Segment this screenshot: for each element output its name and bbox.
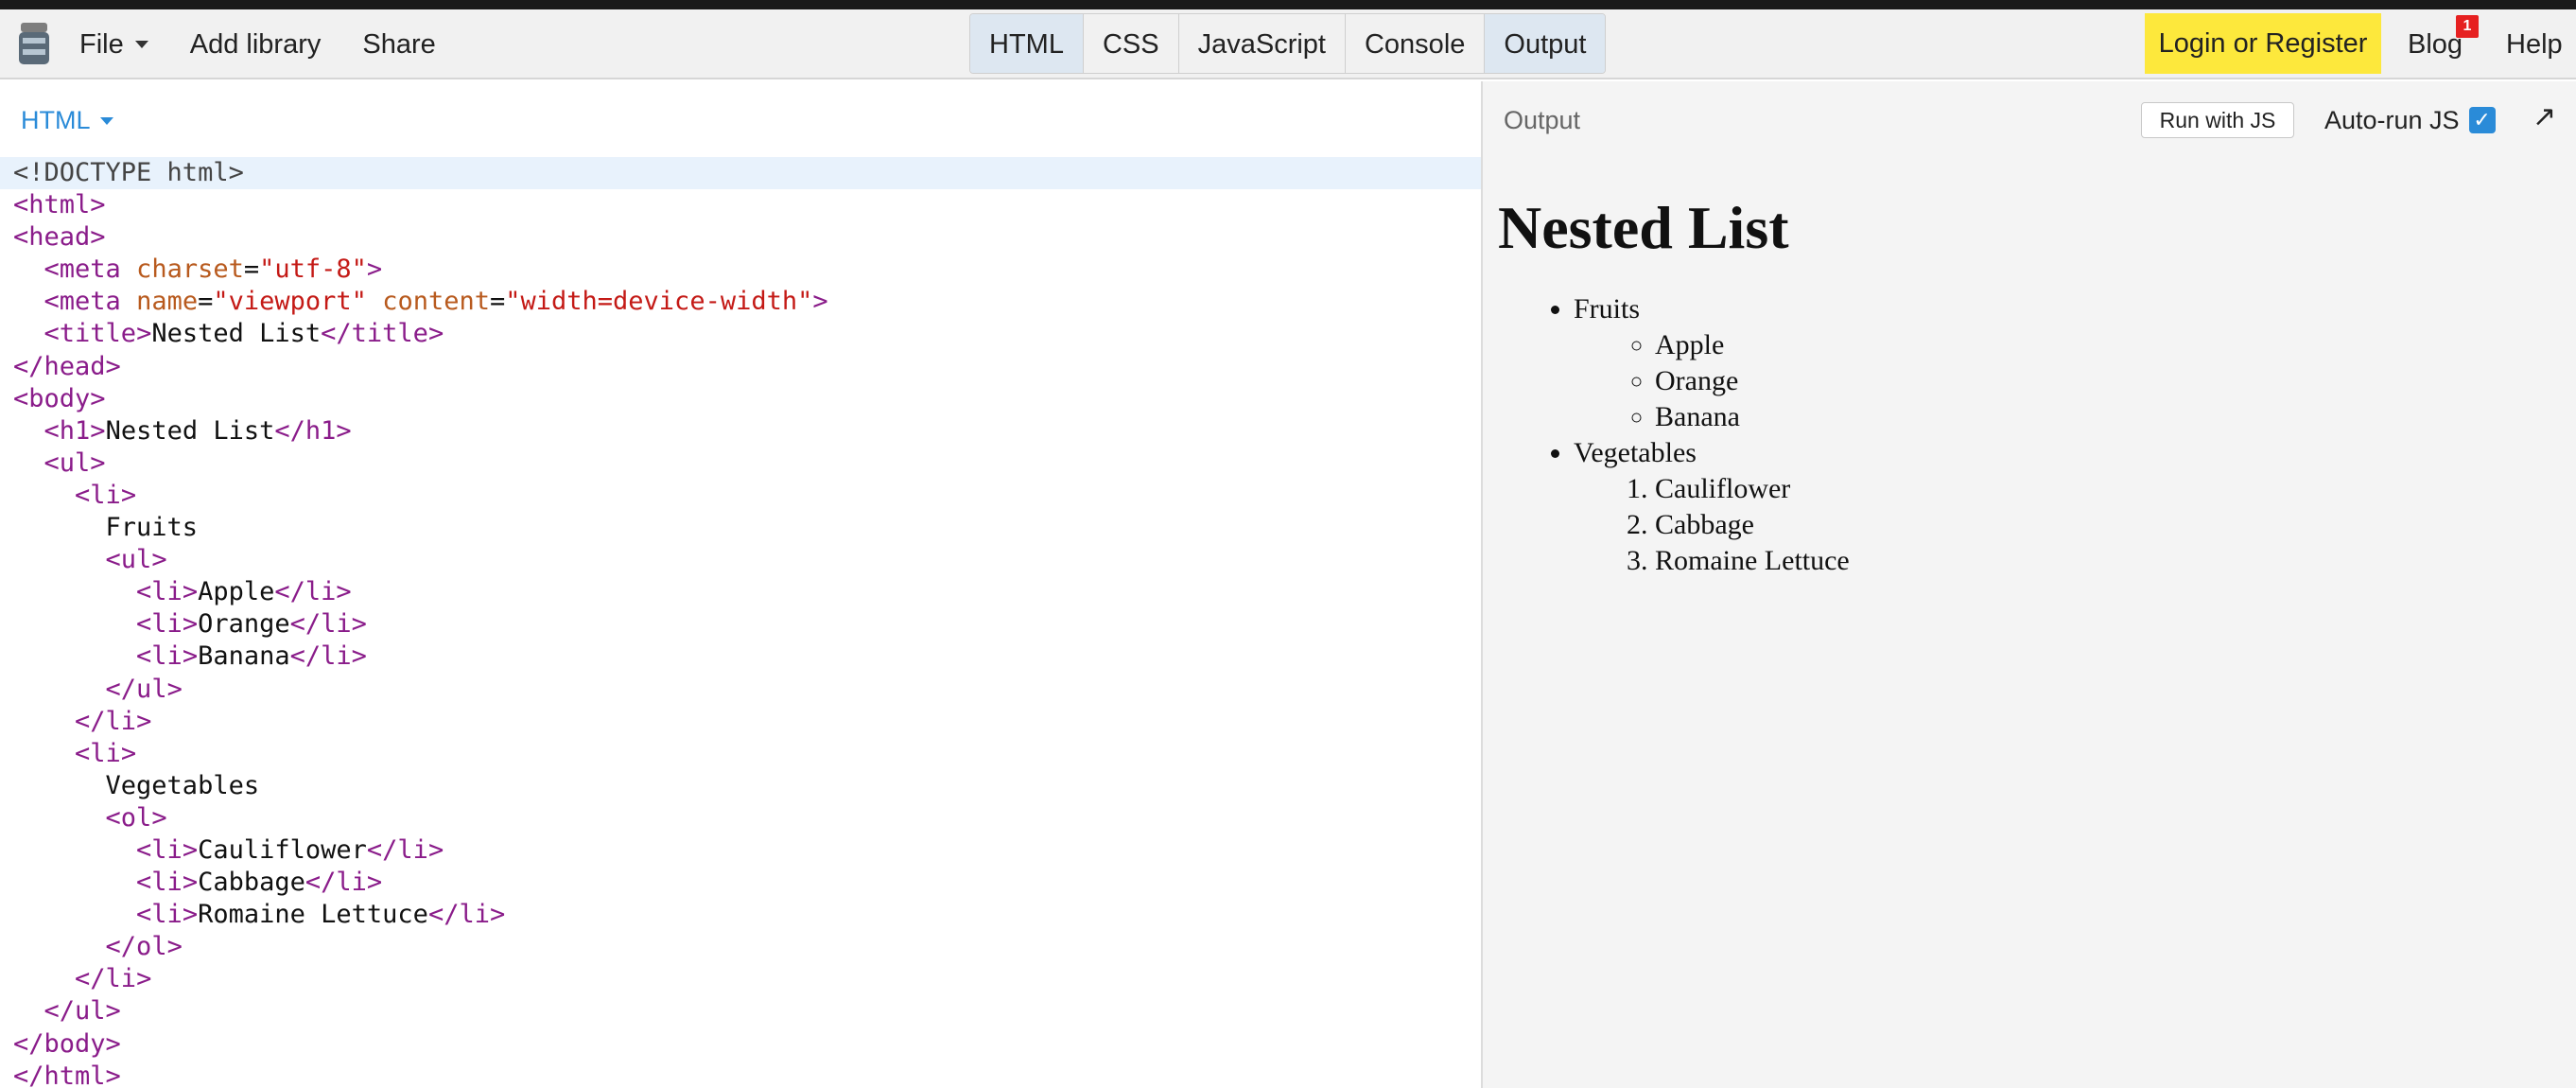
html-editor-panel: HTML <!DOCTYPE html> <html> <head> <meta c…	[0, 81, 1481, 1088]
code-line[interactable]: <li>	[0, 480, 1481, 512]
share-button[interactable]: Share	[362, 29, 435, 61]
add-library-button[interactable]: Add library	[190, 29, 322, 61]
list-item: Apple	[1655, 327, 1850, 363]
code-line[interactable]: <li>Orange</li>	[0, 608, 1481, 641]
auto-run-js-checkbox[interactable]: ✓	[2468, 107, 2496, 133]
fruits-list: Apple Orange Banana	[1655, 327, 1850, 435]
auto-run-js-toggle[interactable]: Auto-run JS ✓	[2324, 102, 2496, 138]
code-line[interactable]: <li>Romaine Lettuce</li>	[0, 899, 1481, 931]
html-panel-label: HTML	[21, 106, 91, 134]
share-label: Share	[362, 28, 436, 60]
code-line[interactable]: <head>	[0, 221, 1481, 254]
code-line[interactable]: </li>	[0, 963, 1481, 995]
help-link[interactable]: Help	[2506, 9, 2563, 79]
top-strip	[0, 0, 2576, 9]
code-line[interactable]: <meta charset="utf-8">	[0, 254, 1481, 286]
list-item: Romaine Lettuce	[1655, 543, 1850, 579]
code-line[interactable]: <li>	[0, 738, 1481, 770]
code-line[interactable]: <meta name="viewport" content="width=dev…	[0, 286, 1481, 318]
code-line[interactable]: <li>Apple</li>	[0, 576, 1481, 608]
code-editor[interactable]: <!DOCTYPE html> <html> <head> <meta charse…	[0, 157, 1481, 1088]
auto-run-js-label: Auto-run JS	[2324, 105, 2460, 134]
list-item: Banana	[1655, 399, 1850, 435]
panel-tabs: HTML CSS JavaScript Console Output	[969, 13, 1607, 74]
tab-css[interactable]: CSS	[1084, 14, 1179, 73]
jsbin-logo-icon[interactable]	[17, 21, 51, 68]
chevron-down-icon	[134, 41, 148, 48]
popout-arrow-icon[interactable]: ↗	[2532, 100, 2556, 133]
output-label: Output	[1504, 106, 1581, 134]
tab-javascript[interactable]: JavaScript	[1179, 14, 1346, 73]
tab-output[interactable]: Output	[1485, 14, 1606, 73]
file-menu[interactable]: File	[79, 29, 148, 61]
blog-link[interactable]: Blog	[2408, 9, 2463, 79]
run-with-js-button[interactable]: Run with JS	[2141, 102, 2294, 138]
tab-html[interactable]: HTML	[970, 14, 1084, 73]
file-menu-label: File	[79, 28, 124, 60]
code-line[interactable]: <li>Banana</li>	[0, 641, 1481, 673]
fruits-label: Fruits	[1574, 293, 1641, 325]
code-line[interactable]: <!DOCTYPE html>	[0, 157, 1481, 190]
list-item: Fruits Apple Orange Banana	[1574, 291, 1850, 435]
navbar: File Add library Share HTML CSS JavaScri…	[0, 9, 2576, 79]
code-line[interactable]: <ul>	[0, 544, 1481, 576]
code-line[interactable]: <body>	[0, 383, 1481, 415]
blog-notification-badge: 1	[2456, 15, 2479, 38]
add-library-label: Add library	[189, 28, 322, 60]
code-line[interactable]: </ol>	[0, 931, 1481, 963]
list-item: Vegetables Cauliflower Cabbage Romaine L…	[1574, 435, 1850, 579]
code-line[interactable]: Vegetables	[0, 770, 1481, 802]
code-line[interactable]: Fruits	[0, 512, 1481, 544]
code-line[interactable]: <li>Cauliflower</li>	[0, 834, 1481, 867]
rendered-output: Nested List Fruits Apple Orange Banana V…	[1498, 193, 1850, 579]
html-panel-menu[interactable]: HTML	[21, 106, 113, 135]
list-item: Orange	[1655, 363, 1850, 399]
code-line[interactable]: <h1>Nested List</h1>	[0, 415, 1481, 447]
list-item: Cabbage	[1655, 507, 1850, 543]
code-line[interactable]: </body>	[0, 1028, 1481, 1061]
code-line[interactable]: <title>Nested List</title>	[0, 318, 1481, 350]
list-item: Cauliflower	[1655, 471, 1850, 507]
code-line[interactable]: </html>	[0, 1061, 1481, 1088]
code-line[interactable]: </head>	[0, 351, 1481, 383]
code-line[interactable]: <ul>	[0, 447, 1481, 480]
vegetables-label: Vegetables	[1574, 437, 1697, 468]
outer-list: Fruits Apple Orange Banana Vegetables Ca…	[1574, 291, 1850, 579]
code-line[interactable]: <li>Cabbage</li>	[0, 867, 1481, 899]
code-line[interactable]: </ul>	[0, 674, 1481, 706]
code-line[interactable]: <html>	[0, 189, 1481, 221]
chevron-down-icon	[99, 116, 113, 125]
login-register-button[interactable]: Login or Register	[2145, 13, 2381, 74]
output-heading: Nested List	[1498, 194, 1789, 261]
output-panel: Output Run with JS Auto-run JS ✓ ↗ Neste…	[1483, 81, 2576, 1088]
tab-console[interactable]: Console	[1346, 14, 1486, 73]
code-line[interactable]: </li>	[0, 706, 1481, 738]
code-line[interactable]: </ul>	[0, 995, 1481, 1027]
vegetables-list: Cauliflower Cabbage Romaine Lettuce	[1655, 471, 1850, 579]
code-line[interactable]: <ol>	[0, 802, 1481, 834]
